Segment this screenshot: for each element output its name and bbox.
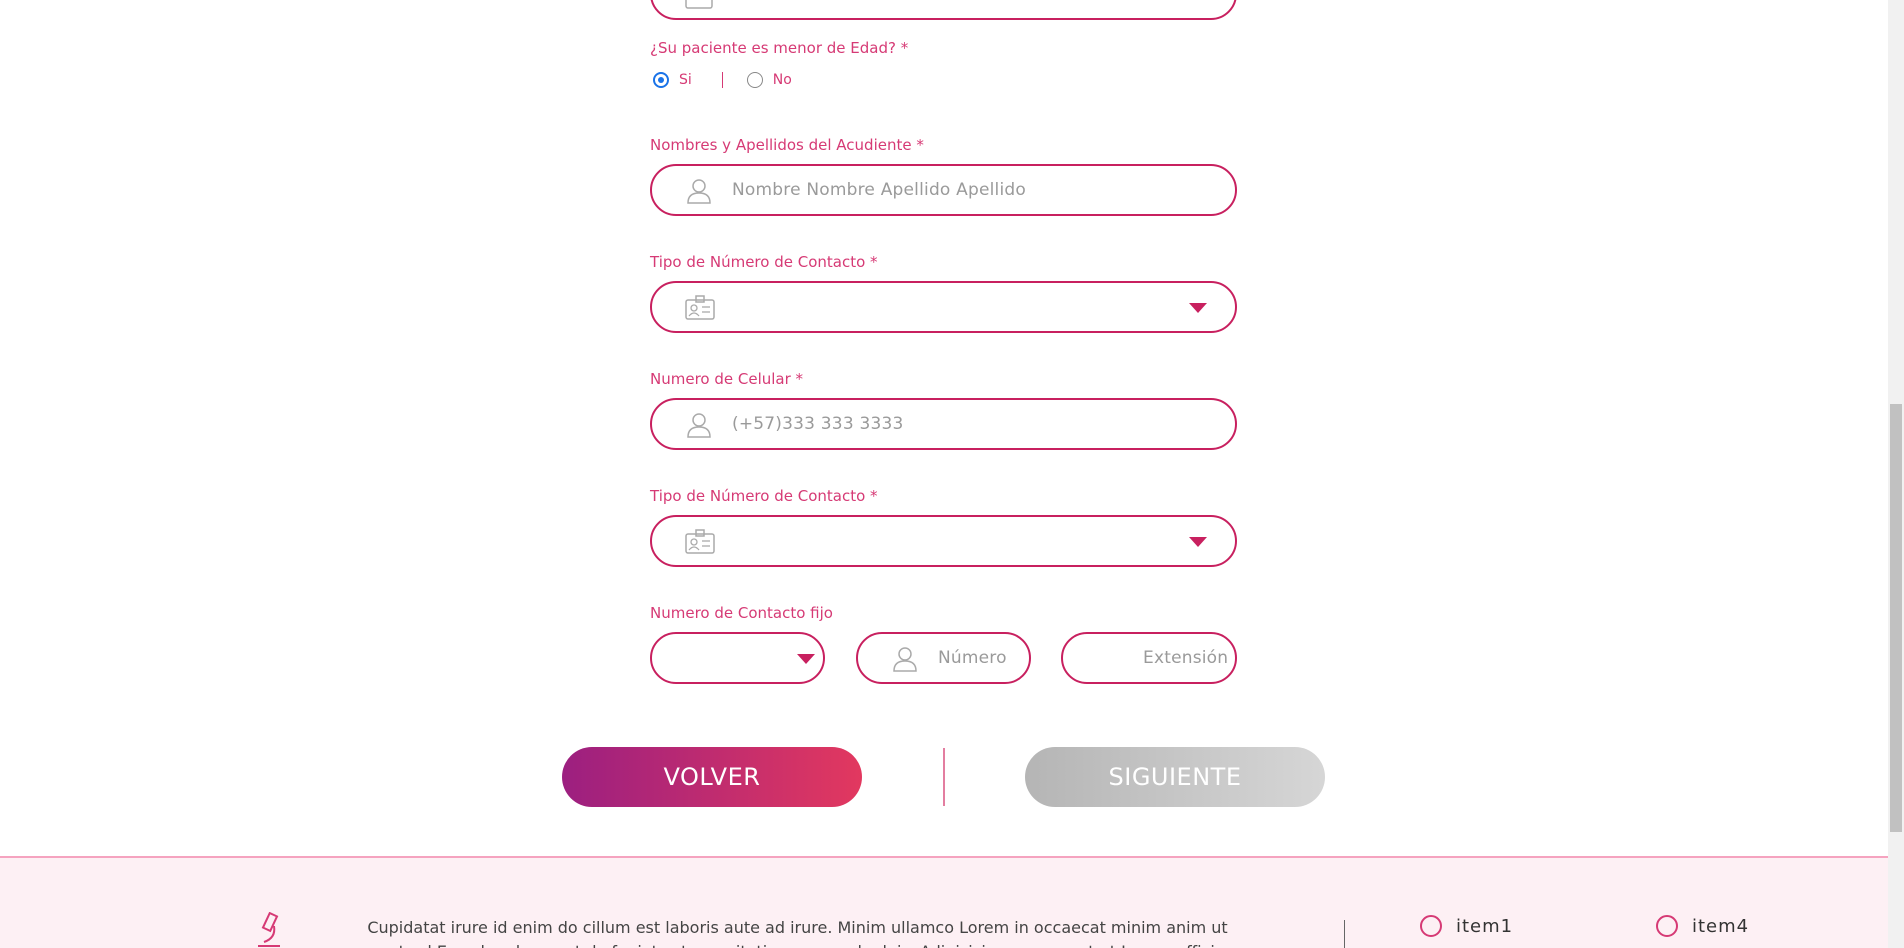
contact-type-label-2: Tipo de Número de Contacto * (650, 487, 878, 505)
chevron-down-icon (1189, 303, 1207, 313)
scrollbar-thumb[interactable] (1890, 404, 1902, 832)
back-button[interactable]: VOLVER (562, 747, 862, 807)
page: 0000000000000000 ¿Su paciente es menor d… (0, 0, 1904, 948)
user-icon (686, 412, 712, 442)
footer-divider (1344, 920, 1345, 948)
mobile-label: Numero de Celular * (650, 370, 804, 388)
contact-type-select-1[interactable] (650, 281, 1237, 333)
guardian-name-label: Nombres y Apellidos del Acudiente * (650, 136, 924, 154)
landline-extension-placeholder: Extensión (1143, 648, 1229, 668)
minor-question-label: ¿Su paciente es menor de Edad? * (650, 39, 909, 57)
footer-item-label: item1 (1456, 915, 1514, 937)
document-number-field[interactable]: 0000000000000000 (650, 0, 1237, 20)
chevron-down-icon (797, 654, 815, 664)
landline-prefix-select[interactable] (650, 632, 825, 684)
landline-label: Numero de Contacto fijo (650, 604, 833, 622)
contact-type-select-2[interactable] (650, 515, 1237, 567)
contact-type-label-1: Tipo de Número de Contacto * (650, 253, 878, 271)
landline-number-input[interactable]: Número (856, 632, 1031, 684)
circle-icon (1420, 915, 1442, 937)
guardian-name-input[interactable]: Nombre Nombre Apellido Apellido (650, 164, 1237, 216)
next-button[interactable]: SIGUIENTE (1025, 747, 1325, 807)
footer-text: Cupidatat irure id enim do cillum est la… (367, 918, 1228, 948)
landline-extension-input[interactable]: Extensión (1061, 632, 1237, 684)
guardian-name-placeholder: Nombre Nombre Apellido Apellido (732, 180, 1026, 200)
id-card-icon (684, 0, 714, 14)
button-divider (943, 748, 945, 806)
radio-no[interactable] (746, 72, 763, 88)
footer-item-1[interactable]: item1 (1420, 915, 1513, 937)
id-card-icon (684, 295, 716, 325)
minor-radio-group: Si No (653, 72, 792, 88)
user-icon (892, 646, 918, 676)
radio-si-label[interactable]: Si (679, 72, 692, 88)
radio-separator (721, 72, 723, 88)
document-number-placeholder: 0000000000000000 (732, 0, 908, 4)
footer-item-label: item4 (1692, 915, 1750, 937)
chevron-down-icon (1189, 537, 1207, 547)
radio-no-label[interactable]: No (773, 72, 792, 88)
mobile-input[interactable]: (+57)333 333 3333 (650, 398, 1237, 450)
user-icon (686, 178, 712, 208)
radio-si[interactable] (653, 72, 669, 88)
id-card-icon (684, 529, 716, 559)
mobile-placeholder: (+57)333 333 3333 (732, 414, 904, 434)
footer-item-4[interactable]: item4 (1656, 915, 1749, 937)
circle-icon (1656, 915, 1678, 937)
landline-number-placeholder: Número (938, 648, 1007, 668)
microscope-icon (250, 911, 286, 948)
